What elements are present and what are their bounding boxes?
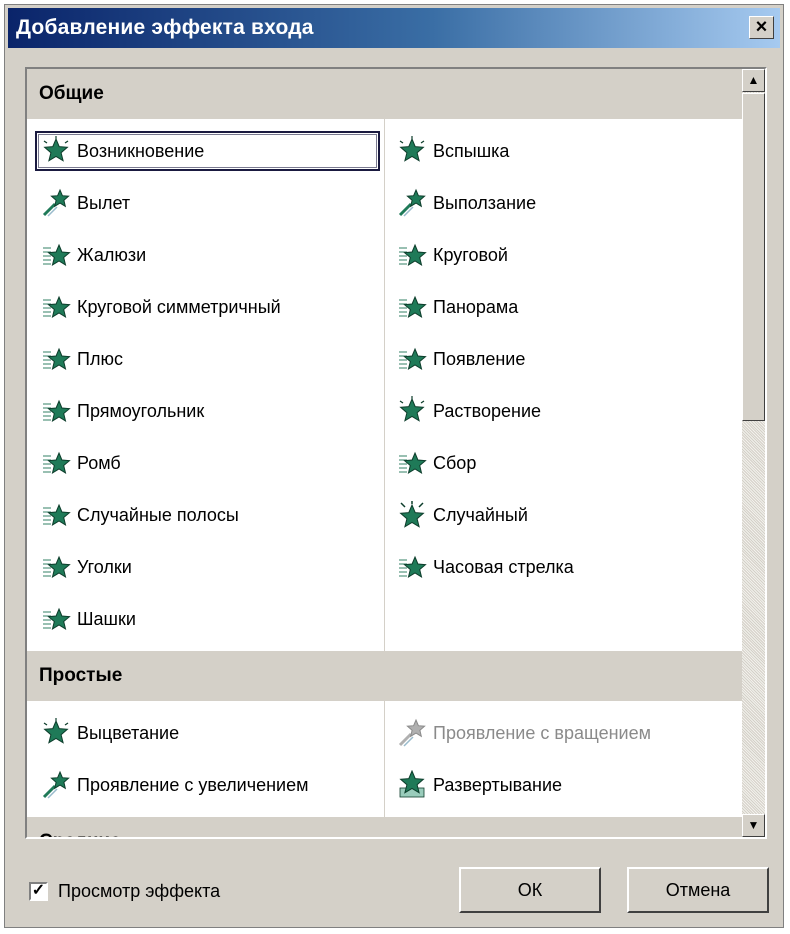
- effect-item[interactable]: Развертывание: [391, 765, 736, 805]
- star-blinds-icon: [41, 240, 71, 270]
- scroll-down-button[interactable]: ▼: [742, 814, 765, 837]
- cancel-button[interactable]: Отмена: [627, 867, 769, 913]
- star-blinds-icon: [41, 552, 71, 582]
- effect-item-label: Вылет: [77, 192, 131, 213]
- group-header: Общие: [27, 69, 742, 119]
- effect-item-label: Выцветание: [77, 722, 180, 743]
- effects-list-content: Общие Возникновение Вылет Жалюзи Круговой си…: [27, 69, 742, 837]
- preview-effect-checkbox-row[interactable]: ✓ Просмотр эффекта: [29, 881, 220, 902]
- effect-item[interactable]: Жалюзи: [35, 235, 380, 275]
- effect-item-label: Возникновение: [77, 140, 205, 161]
- effects-list: Общие Возникновение Вылет Жалюзи Круговой си…: [25, 67, 767, 839]
- close-button[interactable]: ×: [749, 16, 774, 39]
- effect-item-label: Развертывание: [433, 774, 563, 795]
- effect-item-label: Растворение: [433, 400, 542, 421]
- dialog-title: Добавление эффекта входа: [16, 16, 314, 39]
- effect-item-label: Случайный: [433, 504, 528, 525]
- star-fly-icon: [397, 188, 427, 218]
- effect-item-label: Выползание: [433, 192, 537, 213]
- effect-item-label: Круговой симметричный: [77, 296, 281, 317]
- star-blinds-icon: [41, 500, 71, 530]
- effect-item-label: Шашки: [77, 608, 136, 629]
- star-blinds-icon: [41, 448, 71, 478]
- preview-effect-label[interactable]: Просмотр эффекта: [58, 881, 220, 902]
- star-unfold-icon: [397, 770, 427, 800]
- effect-item[interactable]: Проявление с вращением: [391, 713, 736, 753]
- scroll-thumb[interactable]: [742, 93, 765, 421]
- star-fly-icon: [41, 188, 71, 218]
- effect-item[interactable]: Ромб: [35, 443, 380, 483]
- star-blinds-icon: [397, 552, 427, 582]
- vertical-scrollbar[interactable]: ▲ ▼: [742, 69, 765, 837]
- effect-item-label: Ромб: [77, 452, 121, 473]
- effect-item[interactable]: Уголки: [35, 547, 380, 587]
- effect-item[interactable]: Проявление с увеличением: [35, 765, 380, 805]
- ok-button[interactable]: ОК: [459, 867, 601, 913]
- effect-item-label: Уголки: [77, 556, 132, 577]
- star-blinds-icon: [397, 240, 427, 270]
- group-header: Средние: [27, 817, 742, 837]
- star-fly-icon: [397, 718, 427, 748]
- scroll-up-button[interactable]: ▲: [742, 69, 765, 92]
- effect-item[interactable]: Вылет: [35, 183, 380, 223]
- effect-item[interactable]: Плюс: [35, 339, 380, 379]
- effect-item-label: Сбор: [433, 452, 477, 473]
- effect-item[interactable]: Круговой симметричный: [35, 287, 380, 327]
- effect-item[interactable]: Возникновение: [35, 131, 380, 171]
- effect-item[interactable]: Случайный: [391, 495, 736, 535]
- effect-item[interactable]: Вспышка: [391, 131, 736, 171]
- star-fly-icon: [41, 770, 71, 800]
- star-blinds-icon: [397, 448, 427, 478]
- effect-item[interactable]: Круговой: [391, 235, 736, 275]
- star-appear-icon: [397, 136, 427, 166]
- effect-item[interactable]: Появление: [391, 339, 736, 379]
- star-appear-icon: [41, 718, 71, 748]
- star-random-icon: [397, 500, 427, 530]
- effect-item-label: Часовая стрелка: [433, 556, 574, 577]
- star-blinds-icon: [397, 292, 427, 322]
- effect-item[interactable]: Часовая стрелка: [391, 547, 736, 587]
- add-entrance-effect-dialog: Добавление эффекта входа × Общие Возникно…: [4, 4, 784, 928]
- star-blinds-icon: [41, 396, 71, 426]
- star-blinds-icon: [41, 344, 71, 374]
- star-blinds-icon: [397, 344, 427, 374]
- star-appear-icon: [397, 396, 427, 426]
- effect-item-label: Прямоугольник: [77, 400, 205, 421]
- effect-item-label: Вспышка: [433, 140, 510, 161]
- effect-item[interactable]: Растворение: [391, 391, 736, 431]
- effect-item-label: Проявление с вращением: [433, 722, 651, 743]
- star-appear-icon: [41, 136, 71, 166]
- title-bar: Добавление эффекта входа ×: [8, 8, 780, 48]
- effect-item-label: Случайные полосы: [77, 504, 239, 525]
- effect-item[interactable]: Прямоугольник: [35, 391, 380, 431]
- column-divider: [384, 701, 385, 817]
- effect-item[interactable]: Выцветание: [35, 713, 380, 753]
- effect-item-label: Проявление с увеличением: [77, 774, 309, 795]
- effect-item-label: Плюс: [77, 348, 123, 369]
- effect-item-label: Панорама: [433, 296, 519, 317]
- column-divider: [384, 119, 385, 651]
- effect-item-label: Появление: [433, 348, 526, 369]
- effect-item[interactable]: Шашки: [35, 599, 380, 639]
- effect-item-label: Круговой: [433, 244, 508, 265]
- effect-item[interactable]: Сбор: [391, 443, 736, 483]
- effect-item[interactable]: Выползание: [391, 183, 736, 223]
- group-header: Простые: [27, 651, 742, 701]
- star-blinds-icon: [41, 292, 71, 322]
- effect-item-label: Жалюзи: [77, 244, 147, 265]
- star-blinds-icon: [41, 604, 71, 634]
- effect-item[interactable]: Панорама: [391, 287, 736, 327]
- preview-effect-checkbox[interactable]: ✓: [29, 882, 48, 901]
- effect-item[interactable]: Случайные полосы: [35, 495, 380, 535]
